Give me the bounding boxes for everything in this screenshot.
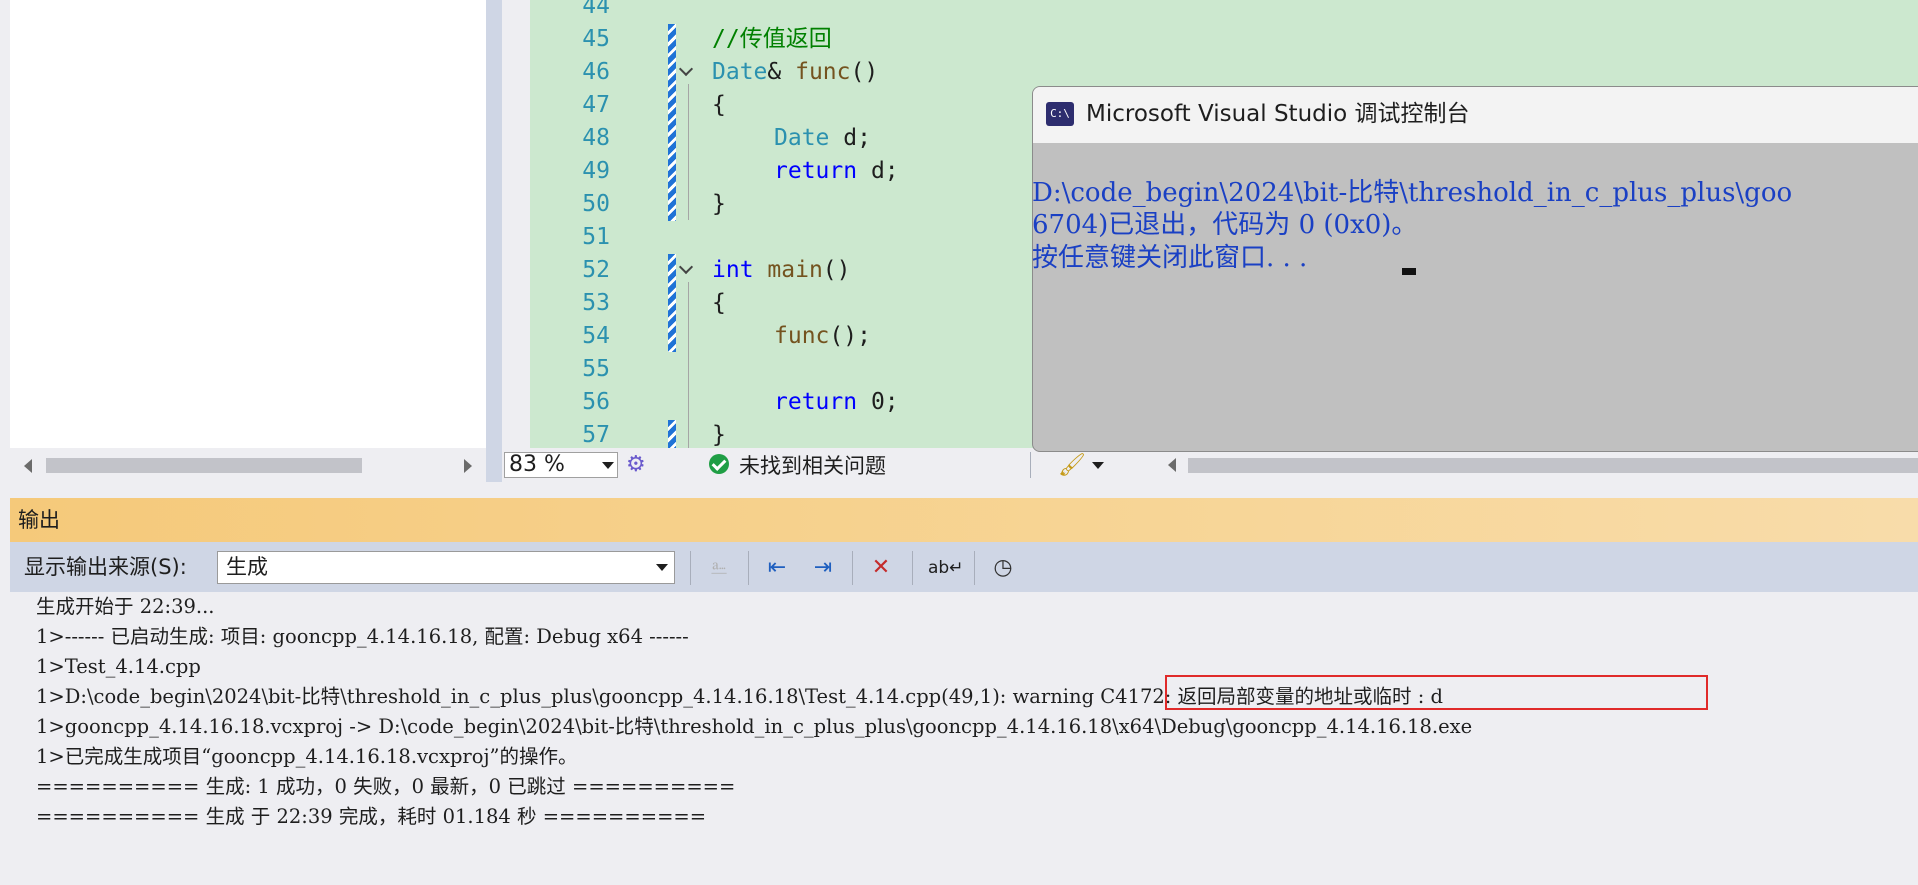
code-token: 0; [857, 389, 899, 415]
code-token: { [712, 92, 726, 118]
toolbar-separator [974, 551, 975, 585]
clock-icon[interactable]: ◷ [988, 553, 1018, 583]
toolbar-separator [912, 551, 913, 585]
code-keyword: return [774, 158, 858, 184]
line-number: 55 [582, 356, 610, 382]
code-keyword: return [774, 389, 858, 415]
line-number: 44 [582, 0, 610, 19]
code-function-name: func [795, 59, 851, 85]
intellicode-icon[interactable]: ⚙ [626, 452, 646, 477]
toolbar-separator [852, 551, 853, 585]
previous-message-icon[interactable]: ⇤ [762, 553, 792, 583]
output-line: ========== 生成 于 22:39 完成，耗时 01.184 秒 ===… [36, 805, 707, 828]
code-token: } [712, 422, 726, 448]
line-number: 51 [582, 224, 610, 250]
code-function-name: func [774, 323, 830, 349]
check-circle-icon [709, 454, 729, 474]
code-token: d; [829, 125, 871, 151]
scroll-left-arrow-icon[interactable] [24, 459, 32, 473]
warning-highlight-box [1165, 675, 1708, 710]
go-to-location-icon[interactable]: ⎁ [704, 553, 734, 583]
code-token: () [822, 257, 851, 283]
left-pane-horizontal-scrollbar[interactable] [10, 448, 486, 482]
line-number: 45 [582, 26, 610, 52]
console-output-line: 按任意键关闭此窗口. . . [1032, 243, 1308, 273]
scroll-right-arrow-icon[interactable] [464, 459, 472, 473]
scroll-thumb[interactable] [46, 458, 362, 473]
line-number: 47 [582, 92, 610, 118]
line-number: 46 [582, 59, 610, 85]
chevron-down-icon[interactable] [602, 462, 614, 469]
chevron-down-icon[interactable] [656, 564, 668, 571]
editor-horizontal-scroll-thumb[interactable] [1188, 458, 1918, 473]
code-token: d; [857, 158, 899, 184]
code-token: (); [829, 323, 871, 349]
code-comment: //传值返回 [712, 26, 832, 52]
chevron-down-icon[interactable] [1092, 462, 1104, 469]
code-type: Date [712, 59, 768, 85]
fold-guide [688, 282, 689, 448]
line-number: 52 [582, 257, 610, 283]
code-cleanup-brush-icon[interactable]: 🖌 [1058, 453, 1086, 478]
console-output-line: D:\code_begin\2024\bit-比特\threshold_in_c… [1032, 178, 1793, 208]
code-line-46[interactable]: Date& func() [712, 56, 878, 89]
console-title: Microsoft Visual Studio 调试控制台 [1086, 101, 1470, 127]
console-output-line: 6704)已退出，代码为 0 (0x0)。 [1032, 210, 1418, 240]
line-number: 48 [582, 125, 610, 151]
toolbar-separator [748, 551, 749, 585]
console-app-icon: C:\ [1046, 102, 1074, 126]
code-line-48[interactable]: Date d; [774, 122, 871, 155]
clear-all-icon[interactable]: ✕ [866, 553, 896, 583]
output-source-dropdown[interactable]: 生成 [217, 551, 675, 584]
output-line: 1>gooncpp_4.14.16.18.vcxproj -> D:\code_… [36, 715, 1473, 738]
code-token: & [767, 59, 782, 85]
code-line-50[interactable]: } [712, 188, 726, 221]
output-source-label: 显示输出来源(S): [24, 555, 187, 579]
code-line-52[interactable]: int main() [712, 254, 851, 287]
line-number: 54 [582, 323, 610, 349]
code-token: } [712, 191, 726, 217]
output-line: 1>Test_4.14.cpp [36, 655, 201, 678]
code-line-53[interactable]: { [712, 287, 726, 320]
code-function-name: main [767, 257, 823, 283]
change-tracking-bar [668, 420, 676, 448]
toolbar-separator [690, 551, 691, 585]
output-line: ========== 生成: 1 成功，0 失败，0 最新，0 已跳过 ====… [36, 775, 736, 798]
output-panel-header[interactable] [10, 498, 1918, 542]
console-cursor [1402, 268, 1416, 275]
line-number: 56 [582, 389, 610, 415]
line-number: 49 [582, 158, 610, 184]
next-message-icon[interactable]: ⇥ [808, 553, 838, 583]
output-panel-title: 输出 [18, 508, 60, 532]
code-line-54[interactable]: func(); [774, 320, 871, 353]
issues-status-text[interactable]: 未找到相关问题 [739, 452, 886, 480]
solution-explorer-pane [10, 0, 486, 448]
word-wrap-icon[interactable]: ab↵ [928, 553, 963, 583]
code-line-49[interactable]: return d; [774, 155, 899, 188]
status-separator [1030, 452, 1031, 478]
code-token: { [712, 290, 726, 316]
fold-guide [688, 84, 689, 220]
change-tracking-bar [668, 24, 676, 221]
zoom-level-dropdown[interactable]: 83 % [504, 452, 618, 478]
code-token: () [850, 59, 879, 85]
line-number: 50 [582, 191, 610, 217]
scroll-left-arrow-icon[interactable] [1168, 458, 1176, 472]
output-line: 1>------ 已启动生成: 项目: gooncpp_4.14.16.18, … [36, 625, 689, 648]
code-line-56[interactable]: return 0; [774, 386, 899, 419]
code-keyword: int [712, 257, 754, 283]
output-line: 1>已完成生成项目“gooncpp_4.14.16.18.vcxproj”的操作… [36, 745, 578, 768]
line-number: 53 [582, 290, 610, 316]
code-line-47[interactable]: { [712, 89, 726, 122]
pane-splitter[interactable] [486, 0, 502, 482]
code-type: Date [774, 125, 830, 151]
code-line-45[interactable]: //传值返回 [712, 23, 832, 56]
output-line: 生成开始于 22:39... [36, 595, 215, 618]
change-tracking-bar [668, 254, 676, 352]
